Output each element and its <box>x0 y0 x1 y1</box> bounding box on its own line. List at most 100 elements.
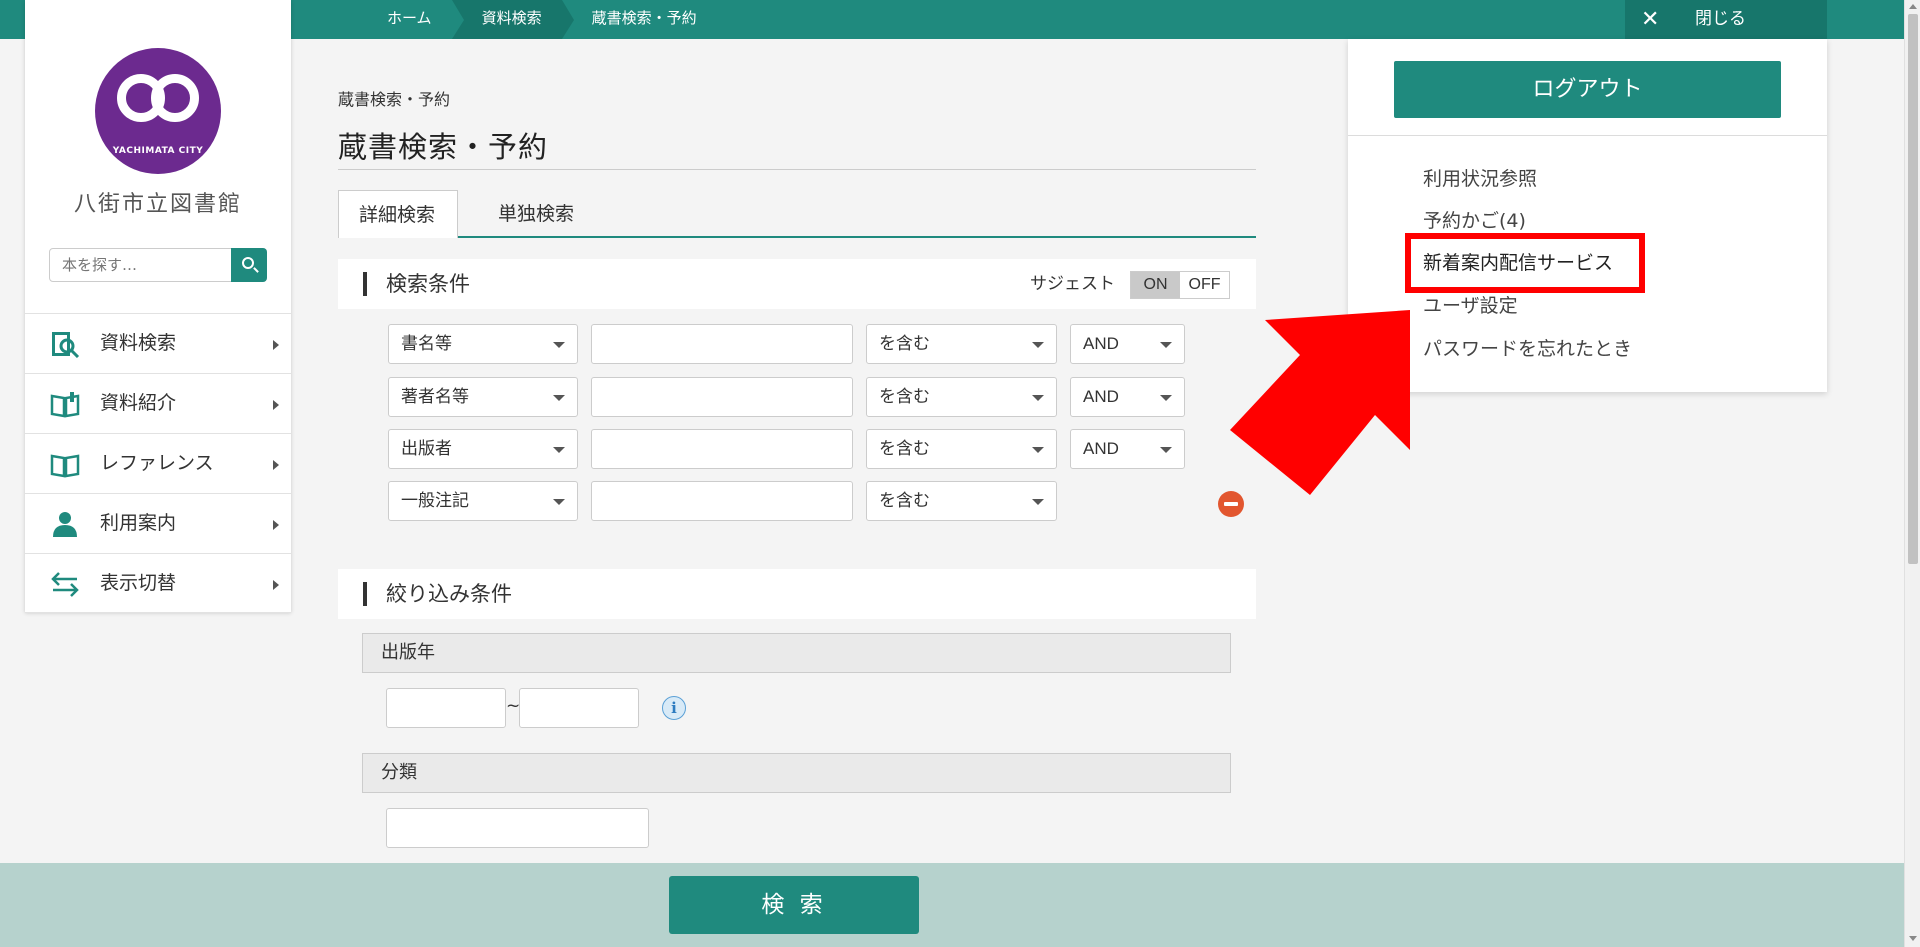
operator-select-value: AND <box>1083 439 1119 458</box>
classification-input[interactable] <box>386 808 649 848</box>
sidebar-item-guide[interactable]: 利用案内 <box>25 493 291 553</box>
sidebar-item-display-switch[interactable]: 表示切替 <box>25 553 291 613</box>
title-divider <box>338 169 1256 170</box>
condition-row: 出版者 を含む AND <box>388 429 1258 469</box>
chevron-down-icon <box>553 395 565 401</box>
pointer-arrow-icon <box>1230 310 1410 495</box>
chevron-down-icon <box>1032 395 1044 401</box>
sidebar-nav: 資料検索 資料紹介 レファレンス 利用案内 表示切替 <box>25 313 291 613</box>
chevron-right-icon <box>273 400 279 410</box>
info-icon[interactable]: i <box>662 696 686 720</box>
keyword-input[interactable] <box>591 324 853 364</box>
match-select[interactable]: を含む <box>866 481 1057 521</box>
scroll-up-icon[interactable] <box>1909 4 1917 9</box>
menu-item-user-settings[interactable]: ユーザ設定 <box>1423 291 1518 318</box>
suggest-toggle[interactable]: ON OFF <box>1130 271 1230 299</box>
field-select[interactable]: 書名等 <box>388 324 578 364</box>
chevron-right-icon <box>273 580 279 590</box>
close-label: 閉じる <box>1695 9 1746 29</box>
match-select[interactable]: を含む <box>866 429 1057 469</box>
pubyear-from-input[interactable] <box>386 688 506 728</box>
operator-select[interactable]: AND <box>1070 429 1185 469</box>
section-bar <box>363 272 367 296</box>
match-select-value: を含む <box>879 334 930 354</box>
sidebar-item-label: 表示切替 <box>100 572 177 594</box>
sidebar-item-reference[interactable]: レファレンス <box>25 433 291 493</box>
sidebar-item-label: 資料検索 <box>100 332 177 354</box>
match-select-value: を含む <box>879 491 930 511</box>
crumb-home[interactable]: ホーム <box>357 0 464 39</box>
open-book-icon <box>50 454 80 478</box>
operator-select[interactable]: AND <box>1070 377 1185 417</box>
keyword-input[interactable] <box>591 377 853 417</box>
field-select[interactable]: 出版者 <box>388 429 578 469</box>
sidebar-item-label: レファレンス <box>100 452 214 474</box>
crumb-current: 蔵書検索・予約 <box>591 9 697 27</box>
condition-row: 著者名等 を含む AND <box>388 377 1258 417</box>
scrollbar-thumb[interactable] <box>1908 14 1918 564</box>
close-button[interactable]: ✕ 閉じる <box>1625 0 1827 39</box>
chevron-right-icon <box>273 520 279 530</box>
tab-simple-search[interactable]: 単独検索 <box>478 190 594 238</box>
keyword-input[interactable] <box>591 481 853 521</box>
breadcrumb: 蔵書検索・予約 <box>338 90 451 109</box>
person-icon <box>53 512 77 537</box>
suggest-label: サジェスト <box>1030 274 1115 294</box>
match-select-value: を含む <box>879 387 930 407</box>
page-title: 蔵書検索・予約 <box>338 130 549 164</box>
pubyear-label: 出版年 <box>362 633 1231 673</box>
menu-item-usage-status[interactable]: 利用状況参照 <box>1423 164 1537 191</box>
pubyear-to-input[interactable] <box>519 688 639 728</box>
chevron-down-icon <box>1032 499 1044 505</box>
highlight-box <box>1405 233 1645 293</box>
section-bar <box>363 582 367 606</box>
field-select-value: 書名等 <box>401 334 452 354</box>
tab-advanced-search[interactable]: 詳細検索 <box>338 190 458 238</box>
menu-divider <box>1348 135 1827 136</box>
menu-item-forgot-password[interactable]: パスワードを忘れたとき <box>1423 334 1632 361</box>
bottom-action-bar <box>0 863 1904 947</box>
field-select[interactable]: 著者名等 <box>388 377 578 417</box>
match-select[interactable]: を含む <box>866 377 1057 417</box>
chevron-down-icon <box>553 342 565 348</box>
open-book-icon <box>50 392 80 418</box>
chevron-down-icon <box>1032 342 1044 348</box>
field-select-value: 著者名等 <box>401 387 469 407</box>
logout-button[interactable]: ログアウト <box>1394 61 1781 118</box>
filter-conditions-header: 絞り込み条件 <box>338 569 1256 619</box>
chevron-down-icon <box>1160 447 1172 453</box>
keyword-input[interactable] <box>591 429 853 469</box>
scroll-down-icon[interactable] <box>1909 936 1917 941</box>
sidebar-search-input[interactable] <box>49 248 256 282</box>
top-breadcrumb: ホーム 資料検索 蔵書検索・予約 <box>357 0 717 39</box>
operator-select-value: AND <box>1083 334 1119 353</box>
filter-conditions-title: 絞り込み条件 <box>386 582 512 606</box>
chevron-right-icon <box>273 340 279 350</box>
menu-item-reservation-cart[interactable]: 予約かご(4) <box>1423 206 1526 233</box>
crumb-material-search[interactable]: 資料検索 <box>451 0 574 39</box>
sidebar-search-button[interactable] <box>231 248 267 282</box>
chevron-down-icon <box>1160 342 1172 348</box>
library-name: 八街市立図書館 <box>73 192 242 217</box>
search-button[interactable]: 検 索 <box>669 876 919 934</box>
page-scrollbar[interactable] <box>1904 0 1920 947</box>
chevron-down-icon <box>1032 447 1044 453</box>
condition-row: 書名等 を含む AND <box>388 324 1258 364</box>
match-select[interactable]: を含む <box>866 324 1057 364</box>
suggest-off[interactable]: OFF <box>1180 272 1229 298</box>
suggest-on[interactable]: ON <box>1131 272 1180 298</box>
pubyear-row: ~ i <box>386 688 1256 728</box>
search-tabs: 詳細検索 単独検索 <box>338 190 1256 238</box>
operator-select-value: AND <box>1083 387 1119 406</box>
sidebar: YACHIMATA CITY 八街市立図書館 資料検索 資料紹介 <box>25 0 291 613</box>
operator-select[interactable]: AND <box>1070 324 1185 364</box>
field-select[interactable]: 一般注記 <box>388 481 578 521</box>
match-select-value: を含む <box>879 439 930 459</box>
search-conditions-title: 検索条件 <box>386 272 470 296</box>
city-logo[interactable]: YACHIMATA CITY <box>95 48 221 174</box>
logo-emblem <box>117 74 199 132</box>
sidebar-item-label: 資料紹介 <box>100 392 177 414</box>
book-search-icon <box>52 332 80 358</box>
sidebar-item-material-intro[interactable]: 資料紹介 <box>25 373 291 433</box>
sidebar-item-material-search[interactable]: 資料検索 <box>25 313 291 373</box>
